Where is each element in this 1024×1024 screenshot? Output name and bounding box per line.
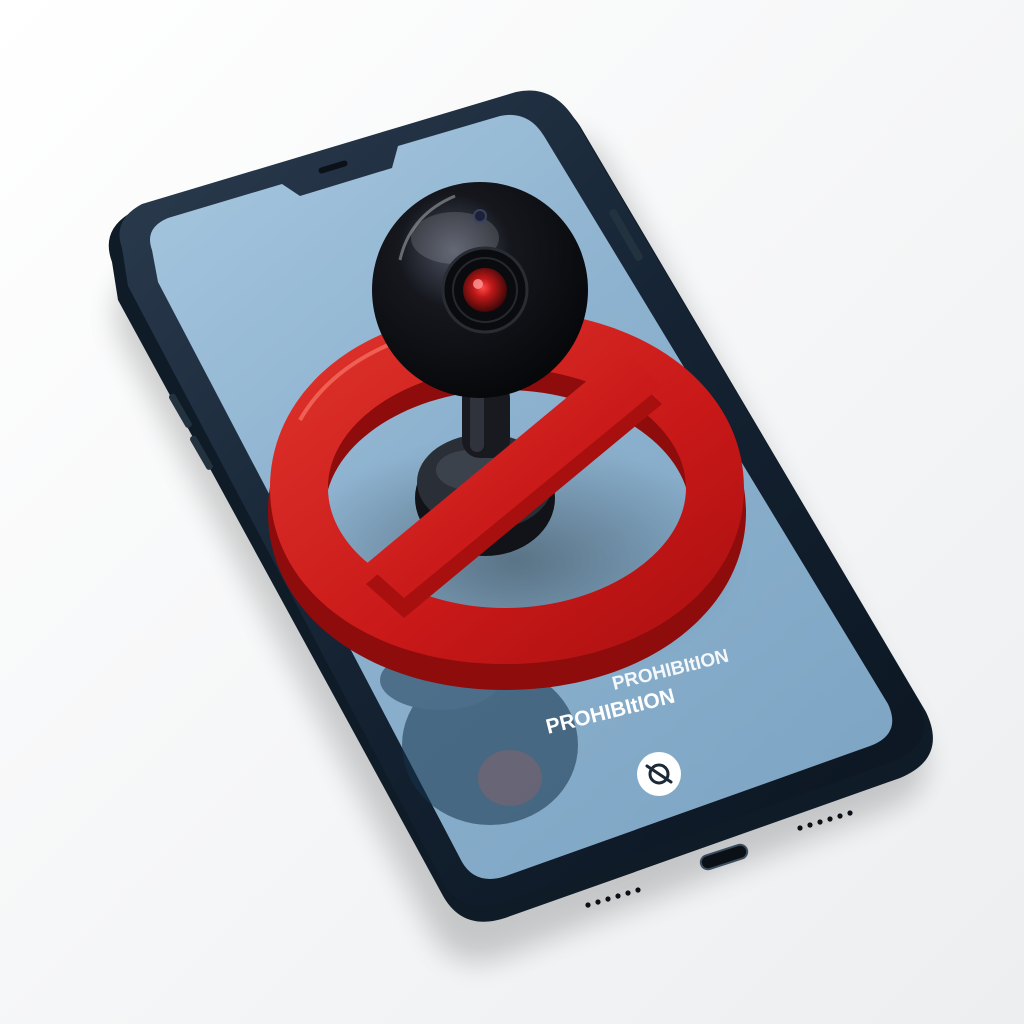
scene: PROHIBItION PROHIBItION bbox=[0, 0, 1024, 1024]
webcam-indicator bbox=[473, 209, 487, 223]
no-camera-icon[interactable] bbox=[637, 752, 681, 796]
webcam-icon bbox=[372, 182, 588, 398]
